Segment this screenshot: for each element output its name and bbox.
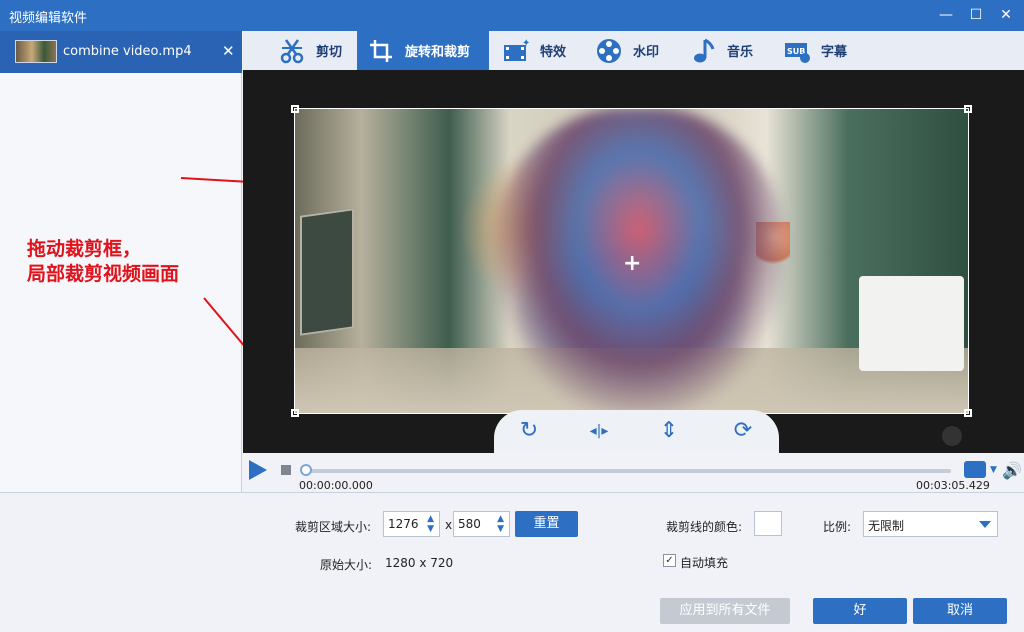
current-time: 00:00:00.000 — [299, 479, 373, 492]
svg-text:✦: ✦ — [522, 38, 530, 49]
tab-effects-label: 特效 — [540, 45, 567, 60]
file-name: combine video.mp4 — [63, 44, 192, 59]
autofill-checkbox[interactable]: ✓ — [663, 554, 676, 567]
tab-cut-label: 剪切 — [316, 45, 343, 60]
reset-rotation-icon[interactable]: ⟳ — [728, 418, 758, 448]
crop-settings-panel: 裁剪区域大小: 1276 ▲ ▼ x 580 ▲ ▼ 重置 原始大小: 1280 x… — [0, 492, 1024, 632]
snapshot-menu-caret-icon[interactable]: ▼ — [990, 465, 997, 475]
tab-cut[interactable]: 剪切 — [268, 31, 368, 70]
remove-file-icon[interactable]: ✕ — [222, 42, 235, 60]
cancel-button[interactable]: 取消 — [913, 598, 1007, 624]
video-preview[interactable]: + ⌄ ↻ ◂|▸ ⇕ ⟳ — [243, 70, 1024, 453]
volume-icon[interactable]: 🔊 — [1002, 461, 1022, 480]
annotation-line-1: 拖动裁剪框， — [27, 238, 142, 260]
tab-watermark[interactable]: 水印 — [585, 31, 675, 70]
annotation-text: 拖动裁剪框， 局部裁剪视频画面 — [27, 237, 179, 287]
stop-icon[interactable] — [281, 465, 291, 475]
transform-controls: ↻ ◂|▸ ⇕ ⟳ — [494, 410, 779, 453]
dropdown-arrow-icon — [979, 521, 991, 528]
playback-bar: 00:00:00.000 00:03:05.429 ▼ 🔊 — [243, 453, 1024, 492]
edit-toolbar: 剪切 旋转和裁剪 ✦ 特效 水印 音乐 SUB 字幕 — [243, 31, 1024, 70]
file-panel: combine video.mp4 ✕ 拖动裁剪框， 局部裁剪视频画面 — [0, 31, 242, 492]
minimize-button[interactable]: — — [934, 4, 958, 26]
film-effects-icon: ✦ — [504, 38, 530, 61]
crop-handle-bottom-left[interactable] — [291, 409, 299, 417]
tab-music[interactable]: 音乐 — [679, 31, 769, 70]
apply-all-button[interactable]: 应用到所有文件 — [660, 598, 790, 624]
original-size-label: 原始大小: — [320, 558, 373, 572]
height-stepper-icon[interactable]: ▲ ▼ — [497, 514, 504, 534]
flip-vertical-icon[interactable]: ⇕ — [654, 418, 684, 448]
scissors-icon — [280, 38, 304, 63]
crop-area-label: 裁剪区域大小: — [295, 520, 372, 534]
tab-subtitle-label: 字幕 — [821, 45, 848, 60]
line-color-label: 裁剪线的颜色: — [666, 520, 743, 534]
rotate-icon[interactable]: ↻ — [514, 418, 544, 448]
crop-width-value: 1276 — [388, 517, 419, 531]
reset-button[interactable]: 重置 — [515, 511, 578, 537]
tab-subtitle[interactable]: SUB 字幕 — [773, 31, 863, 70]
crosshair-icon[interactable]: + — [623, 251, 641, 276]
crop-handle-top-right[interactable] — [964, 105, 972, 113]
ratio-select[interactable]: 无限制 — [863, 511, 998, 537]
crop-width-input[interactable]: 1276 ▲ ▼ — [383, 511, 440, 537]
play-icon[interactable] — [249, 460, 267, 480]
film-reel-icon — [597, 38, 621, 63]
tab-rotate-crop[interactable]: 旋转和裁剪 — [357, 31, 489, 70]
ratio-label: 比例: — [823, 520, 852, 534]
close-button[interactable]: ✕ — [994, 4, 1018, 26]
autofill-label: 自动填充 — [680, 556, 729, 570]
crop-height-value: 580 — [458, 517, 481, 531]
snapshot-camera-icon[interactable] — [964, 461, 986, 478]
line-color-swatch[interactable] — [754, 511, 782, 536]
video-thumbnail — [15, 40, 57, 63]
watermark-logo — [942, 426, 962, 446]
crop-handle-top-left[interactable] — [291, 105, 299, 113]
flip-horizontal-icon[interactable]: ◂|▸ — [584, 423, 614, 453]
seek-knob[interactable] — [300, 464, 312, 476]
crop-icon — [370, 39, 392, 62]
title-bar: 视频编辑软件 — ☐ ✕ — [0, 0, 1024, 31]
ratio-value: 无限制 — [868, 519, 905, 533]
ok-button[interactable]: 好 — [813, 598, 907, 624]
music-note-icon — [694, 38, 715, 62]
width-stepper-icon[interactable]: ▲ ▼ — [427, 514, 434, 534]
original-size-value: 1280 x 720 — [385, 556, 454, 570]
total-time: 00:03:05.429 — [916, 479, 990, 492]
times-sign: x — [445, 518, 453, 532]
crop-height-input[interactable]: 580 ▲ ▼ — [453, 511, 510, 537]
tab-watermark-label: 水印 — [633, 45, 660, 60]
subtitle-icon: SUB — [785, 42, 810, 63]
file-tab[interactable]: combine video.mp4 ✕ — [0, 31, 242, 73]
window-title: 视频编辑软件 — [9, 11, 88, 26]
tab-music-label: 音乐 — [727, 45, 754, 60]
seek-track[interactable] — [302, 469, 951, 473]
maximize-button[interactable]: ☐ — [964, 4, 988, 26]
crop-handle-bottom-right[interactable] — [964, 409, 972, 417]
tab-effects[interactable]: ✦ 特效 — [492, 31, 582, 70]
tab-rotate-crop-label: 旋转和裁剪 — [405, 45, 471, 60]
annotation-line-2: 局部裁剪视频画面 — [27, 263, 180, 285]
